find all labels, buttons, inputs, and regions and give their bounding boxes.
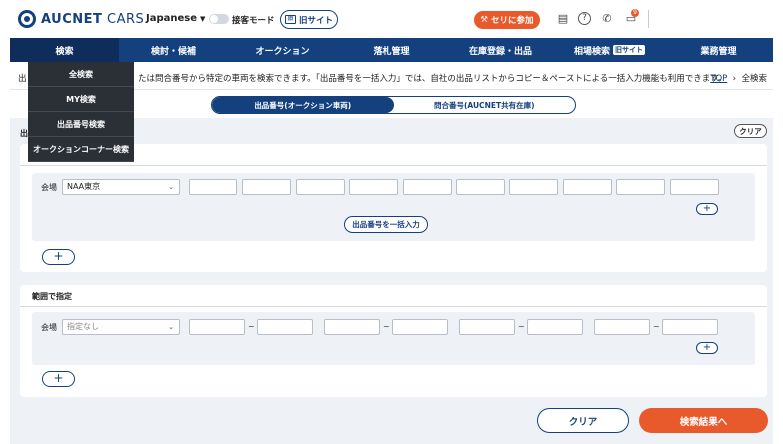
venue-select[interactable]: 指定なし ⌄: [62, 319, 180, 335]
chevron-down-icon: ⌄: [168, 183, 174, 191]
old-site-label: 旧サイト: [298, 15, 333, 26]
search-results-button[interactable]: 検索結果へ: [639, 408, 768, 433]
add-range-row-button[interactable]: +: [42, 371, 75, 387]
language-selector[interactable]: Japanese ▼: [146, 13, 205, 24]
nav-item-business[interactable]: 業務管理: [664, 38, 773, 62]
venue-select[interactable]: NAA東京 ⌄: [62, 179, 180, 195]
clear-all-small-button[interactable]: クリア: [734, 124, 767, 138]
range-card-title: 範囲で指定: [32, 292, 72, 301]
listing-number-input[interactable]: [616, 179, 665, 195]
range-from-input[interactable]: [324, 319, 380, 335]
range-tilde: ~: [248, 322, 255, 331]
range-card: 範囲で指定 会場 指定なし ⌄ ~ ~ ~ ~ + +: [20, 285, 767, 397]
menu-item-my-search[interactable]: MY検索: [28, 87, 134, 112]
menu-item-all-search[interactable]: 全検索: [28, 62, 134, 87]
listing-number-input[interactable]: [670, 179, 719, 195]
document-icon[interactable]: ▤: [556, 12, 570, 26]
range-from-input[interactable]: [459, 319, 515, 335]
add-column-button[interactable]: +: [696, 203, 718, 215]
venue-select-placeholder: 指定なし: [67, 322, 99, 331]
range-to-input[interactable]: [257, 319, 313, 335]
menu-item-listing-number-search[interactable]: 出品番号検索: [28, 112, 134, 137]
logo[interactable]: AUCNET CARS: [18, 10, 144, 28]
nav-item-inventory[interactable]: 在庫登録・出品: [446, 38, 555, 62]
listing-number-input[interactable]: [509, 179, 558, 195]
range-to-input[interactable]: [392, 319, 448, 335]
breadcrumb: TOP › 全検索: [710, 72, 767, 84]
listing-number-row: 会場 NAA東京 ⌄ + 出品番号を一括入力: [32, 173, 755, 241]
card-divider: [20, 165, 767, 166]
clear-button[interactable]: クリア: [537, 408, 629, 433]
search-dropdown-menu: 全検索 MY検索 出品番号検索 オークションコーナー検索: [28, 62, 134, 162]
chevron-down-icon: ⌄: [168, 323, 174, 331]
join-auction-button[interactable]: ⚒ セリに参加: [474, 11, 540, 29]
old-site-button[interactable]: 旧 旧サイト: [280, 10, 338, 29]
tab-listing-number[interactable]: 出品番号(オークション車両): [212, 97, 394, 113]
venue-select-value: NAA東京: [67, 182, 101, 191]
breadcrumb-current: 全検索: [741, 74, 767, 84]
range-to-input[interactable]: [527, 319, 583, 335]
listing-number-input[interactable]: [349, 179, 398, 195]
breadcrumb-separator: ›: [732, 74, 737, 84]
range-row: 会場 指定なし ⌄ ~ ~ ~ ~ +: [32, 312, 755, 365]
nav-item-consider[interactable]: 検討・候補: [119, 38, 228, 62]
add-range-column-button[interactable]: +: [696, 342, 718, 354]
listing-number-input[interactable]: [403, 179, 452, 195]
help-icon[interactable]: ?: [578, 12, 591, 25]
nav-item-market-search[interactable]: 相場検索 旧サイト: [555, 38, 664, 62]
listing-number-input[interactable]: [296, 179, 345, 195]
add-row-button[interactable]: +: [42, 249, 75, 265]
header: AUCNET CARS Japanese ▼ 接客モード 旧 旧サイト ⚒ セリに…: [0, 0, 783, 38]
card-divider: [20, 306, 767, 307]
reception-mode-toggle[interactable]: [209, 14, 229, 24]
nav-item-auction[interactable]: オークション: [228, 38, 337, 62]
window-icon: 旧: [284, 15, 296, 24]
logo-mark-icon: [18, 10, 36, 28]
listing-number-input[interactable]: [563, 179, 612, 195]
venue-label: 会場: [41, 183, 57, 192]
range-from-input[interactable]: [189, 319, 245, 335]
breadcrumb-top-link[interactable]: TOP: [710, 74, 727, 84]
chevron-down-icon: ▼: [200, 15, 206, 23]
reception-mode-label: 接客モード: [232, 16, 275, 26]
listing-number-input[interactable]: [242, 179, 291, 195]
old-site-tag: 旧サイト: [613, 45, 645, 55]
range-tilde: ~: [383, 322, 390, 331]
range-to-input[interactable]: [662, 319, 718, 335]
number-type-tabs: 出品番号(オークション車両) 問合番号(AUCNET共有在庫): [211, 96, 576, 114]
nav-item-won-bids[interactable]: 落札管理: [337, 38, 446, 62]
logo-text: AUCNET CARS: [41, 11, 145, 27]
menu-item-auction-corner-search[interactable]: オークションコーナー検索: [28, 137, 134, 162]
listing-number-input[interactable]: [456, 179, 505, 195]
bulk-input-button[interactable]: 出品番号を一括入力: [344, 216, 428, 233]
gavel-icon: ⚒: [480, 15, 489, 25]
notification-badge: 9: [631, 9, 639, 17]
main-nav: 検索 検討・候補 オークション 落札管理 在庫登録・出品 相場検索 旧サイト 業務…: [10, 38, 773, 62]
join-auction-label: セリに参加: [491, 16, 534, 26]
range-from-input[interactable]: [594, 319, 650, 335]
venue-label: 会場: [41, 323, 57, 332]
page-title-fragment: 出: [18, 74, 27, 84]
range-tilde: ~: [518, 322, 525, 331]
section-title-fragment: 出: [20, 129, 28, 138]
listing-number-card: 会場 NAA東京 ⌄ + 出品番号を一括入力 +: [20, 144, 767, 272]
header-divider: [648, 10, 649, 28]
nav-item-search[interactable]: 検索: [10, 38, 119, 62]
range-tilde: ~: [653, 322, 660, 331]
page-description: たは問合番号から特定の車両を検索できます。「出品番号を一括入力」では、自社の出品…: [138, 74, 727, 84]
phone-icon[interactable]: ✆: [600, 12, 614, 26]
tab-inquiry-number[interactable]: 問合番号(AUCNET共有在庫): [394, 97, 576, 113]
listing-number-input[interactable]: [189, 179, 237, 195]
